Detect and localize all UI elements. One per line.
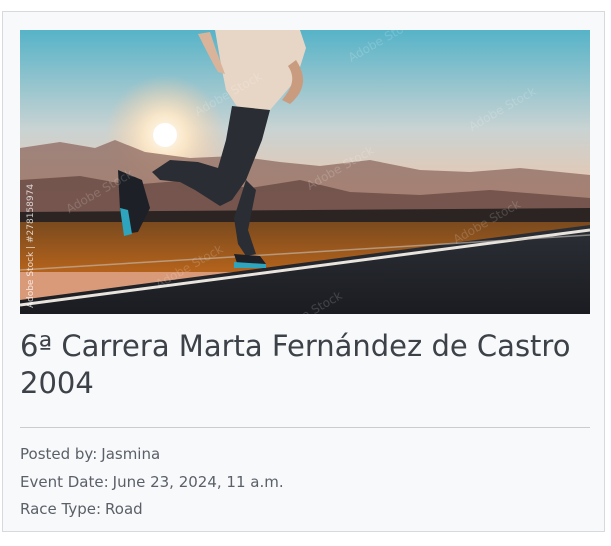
event-date: Event Date: June 23, 2024, 11 a.m. [20, 473, 284, 491]
event-title[interactable]: 6ª Carrera Marta Fernández de Castro 200… [20, 328, 590, 402]
divider [20, 427, 590, 428]
image-credit: Adobe Stock | #278158974 [26, 183, 36, 308]
runner-photo: Adobe Stock Adobe Stock Adobe Stock Adob… [20, 30, 590, 314]
event-image[interactable]: Adobe Stock Adobe Stock Adobe Stock Adob… [20, 30, 590, 314]
posted-by: Posted by: Jasmina [20, 445, 160, 463]
event-card[interactable]: Adobe Stock Adobe Stock Adobe Stock Adob… [2, 11, 605, 532]
posted-by-label: Posted by: [20, 445, 98, 463]
posted-by-value: Jasmina [101, 445, 161, 463]
race-type-label: Race Type: [20, 500, 102, 518]
race-type: Race Type: Road [20, 500, 143, 518]
race-type-value: Road [105, 500, 143, 518]
event-date-value: June 23, 2024, 11 a.m. [112, 473, 284, 491]
event-date-label: Event Date: [20, 473, 109, 491]
